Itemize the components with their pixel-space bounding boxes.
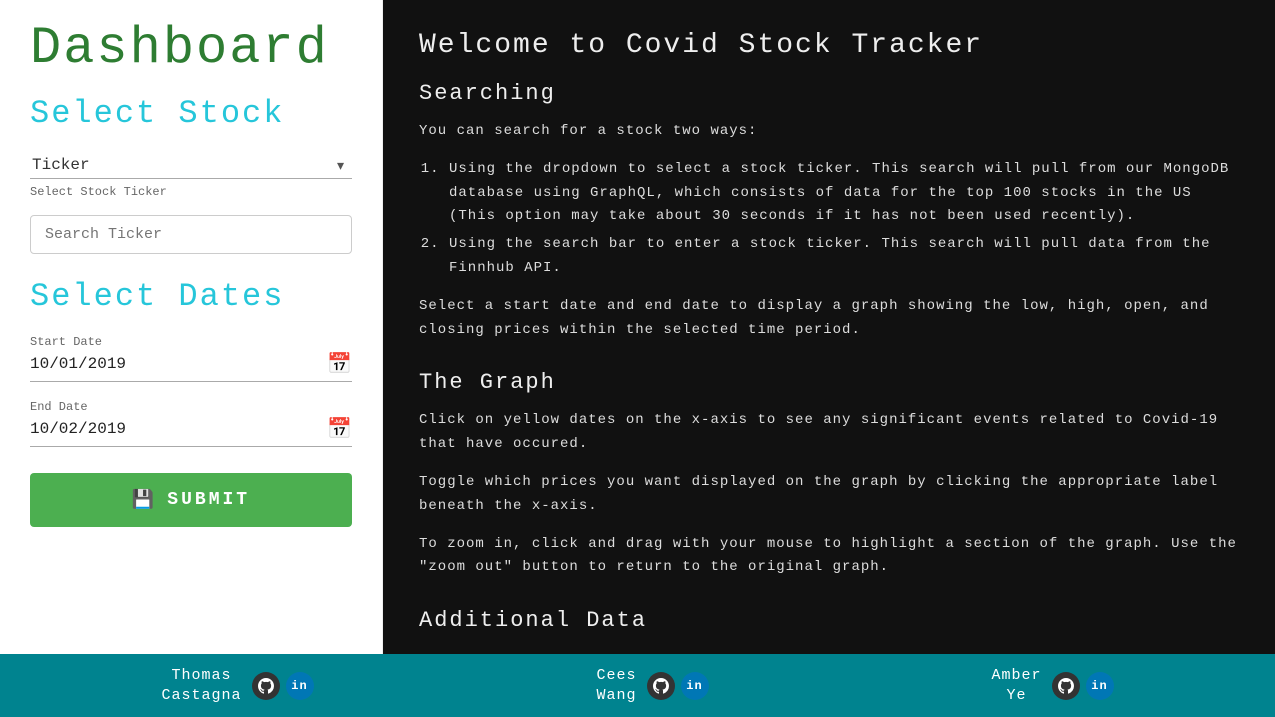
start-date-field: Start Date 📅 bbox=[30, 335, 352, 382]
content-title: Welcome to Covid Stock Tracker bbox=[419, 30, 1239, 61]
select-dates-heading: Select Dates bbox=[30, 278, 352, 315]
ticker-select-wrapper: Ticker ▾ bbox=[30, 152, 352, 179]
person-3-icons: in bbox=[1052, 672, 1114, 700]
calendar-icon-start[interactable]: 📅 bbox=[327, 351, 352, 377]
searching-list: Using the dropdown to select a stock tic… bbox=[449, 158, 1239, 281]
graph-section: The Graph Click on yellow dates on the x… bbox=[419, 370, 1239, 580]
footer-person-2: CeesWang in bbox=[596, 666, 708, 705]
list-item: Using the search bar to enter a stock ti… bbox=[449, 233, 1239, 281]
person-2-icons: in bbox=[647, 672, 709, 700]
floppy-disk-icon: 💾 bbox=[132, 489, 157, 511]
main-content: Welcome to Covid Stock Tracker Searching… bbox=[383, 0, 1275, 654]
person-3-name: AmberYe bbox=[991, 666, 1041, 705]
start-date-label: Start Date bbox=[30, 335, 352, 349]
graph-text-2: Toggle which prices you want displayed o… bbox=[419, 471, 1239, 519]
linkedin-icon-2[interactable]: in bbox=[681, 672, 709, 700]
graph-text-3: To zoom in, click and drag with your mou… bbox=[419, 533, 1239, 581]
person-2-name: CeesWang bbox=[596, 666, 636, 705]
end-date-label: End Date bbox=[30, 400, 352, 414]
start-date-input-row: 📅 bbox=[30, 351, 352, 382]
footer-person-1: ThomasCastagna in bbox=[161, 666, 313, 705]
end-date-input-row: 📅 bbox=[30, 416, 352, 447]
start-date-input[interactable] bbox=[30, 355, 327, 373]
searching-section: Searching You can search for a stock two… bbox=[419, 81, 1239, 342]
footer: ThomasCastagna in CeesWang in AmberYe in bbox=[0, 654, 1275, 717]
person-1-icons: in bbox=[252, 672, 314, 700]
linkedin-icon-3[interactable]: in bbox=[1086, 672, 1114, 700]
person-1-name: ThomasCastagna bbox=[161, 666, 241, 705]
additional-section: Additional Data bbox=[419, 608, 1239, 633]
calendar-icon-end[interactable]: 📅 bbox=[327, 416, 352, 442]
submit-label: SUBMIT bbox=[167, 490, 250, 510]
graph-text-1: Click on yellow dates on the x-axis to s… bbox=[419, 409, 1239, 457]
ticker-select[interactable]: Ticker bbox=[30, 152, 352, 179]
end-date-input[interactable] bbox=[30, 420, 327, 438]
footer-person-3: AmberYe in bbox=[991, 666, 1113, 705]
sidebar: Dashboard Select Stock Ticker ▾ Select S… bbox=[0, 0, 383, 654]
submit-button[interactable]: 💾 SUBMIT bbox=[30, 473, 352, 527]
github-icon-2[interactable] bbox=[647, 672, 675, 700]
select-stock-ticker-label: Select Stock Ticker bbox=[30, 185, 352, 199]
github-icon-1[interactable] bbox=[252, 672, 280, 700]
search-ticker-input[interactable] bbox=[30, 215, 352, 254]
sidebar-title: Dashboard bbox=[30, 20, 352, 77]
linkedin-icon-1[interactable]: in bbox=[286, 672, 314, 700]
select-stock-heading: Select Stock bbox=[30, 95, 352, 132]
list-item: Using the dropdown to select a stock tic… bbox=[449, 158, 1239, 229]
github-icon-3[interactable] bbox=[1052, 672, 1080, 700]
searching-intro: You can search for a stock two ways: bbox=[419, 120, 1239, 144]
searching-heading: Searching bbox=[419, 81, 1239, 106]
graph-heading: The Graph bbox=[419, 370, 1239, 395]
searching-note: Select a start date and end date to disp… bbox=[419, 295, 1239, 343]
end-date-field: End Date 📅 bbox=[30, 400, 352, 447]
additional-heading: Additional Data bbox=[419, 608, 1239, 633]
